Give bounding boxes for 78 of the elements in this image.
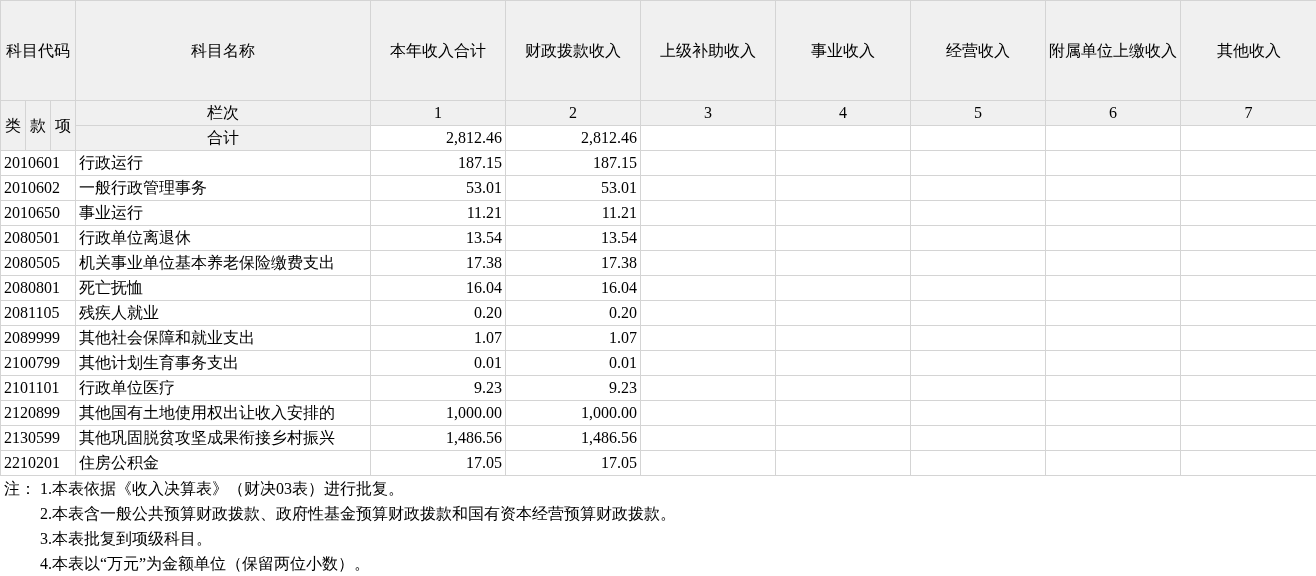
table-cell: 0.01: [370, 350, 506, 376]
table-cell: 2010650: [0, 200, 76, 226]
table-cell: 2130599: [0, 425, 76, 451]
notes-label: 注：: [4, 479, 37, 499]
column-header: 其他收入: [1180, 0, 1316, 101]
table-cell: 其他巩固脱贫攻坚成果衔接乡村振兴: [75, 425, 371, 451]
table-cell: 2080505: [0, 250, 76, 276]
table-cell: 2100799: [0, 350, 76, 376]
table-cell: 1,486.56: [370, 425, 506, 451]
table-cell: 16.04: [370, 275, 506, 301]
note-text: 1.本表依据《收入决算表》（财决03表）进行批复。: [40, 479, 405, 499]
row-label: 栏次: [75, 100, 371, 126]
note-text: 2.本表含一般公共预算财政拨款、政府性基金预算财政拨款和国有资本经营预算财政拨款。: [40, 504, 677, 524]
table-cell: 187.15: [505, 150, 641, 176]
table-cell: 2089999: [0, 325, 76, 351]
table-cell: 2010601: [0, 150, 76, 176]
table-cell: 1,000.00: [505, 400, 641, 426]
column-header: 科目名称: [75, 0, 371, 101]
table-cell: 187.15: [370, 150, 506, 176]
table-cell: 1.07: [370, 325, 506, 351]
table-cell: 1,486.56: [505, 425, 641, 451]
column-header: 附属单位上缴收入: [1045, 0, 1181, 101]
table-cell: 17.05: [370, 450, 506, 476]
table-cell: 0.01: [505, 350, 641, 376]
table-cell: 1,000.00: [370, 400, 506, 426]
table-cell: 行政单位离退休: [75, 225, 371, 251]
table-cell: 53.01: [505, 175, 641, 201]
table-cell: 2210201: [0, 450, 76, 476]
column-header: 事业收入: [775, 0, 911, 101]
table-cell: 11.21: [505, 200, 641, 226]
column-header: 类: [0, 100, 26, 151]
note-text: 3.本表批复到项级科目。: [40, 529, 213, 549]
table-cell: 0.20: [505, 300, 641, 326]
column-number: 5: [910, 100, 1046, 126]
table-cell: 17.38: [370, 250, 506, 276]
table-cell: 行政运行: [75, 150, 371, 176]
column-number: 6: [1045, 100, 1181, 126]
column-number: 2: [505, 100, 641, 126]
column-header: 经营收入: [910, 0, 1046, 101]
table-cell: 17.05: [505, 450, 641, 476]
table-cell: 其他社会保障和就业支出: [75, 325, 371, 351]
column-header: 上级补助收入: [640, 0, 776, 101]
table-cell: 9.23: [370, 375, 506, 401]
table-cell: 事业运行: [75, 200, 371, 226]
table-cell: 2080801: [0, 275, 76, 301]
table-cell: 2080501: [0, 225, 76, 251]
table-cell: 一般行政管理事务: [75, 175, 371, 201]
table-cell: 13.54: [505, 225, 641, 251]
table-cell: 机关事业单位基本养老保险缴费支出: [75, 250, 371, 276]
table-cell: 2081105: [0, 300, 76, 326]
column-number: 7: [1180, 100, 1316, 126]
table-cell: 残疾人就业: [75, 300, 371, 326]
note-text: 4.本表以“万元”为金额单位（保留两位小数）。: [40, 554, 372, 574]
column-number: 3: [640, 100, 776, 126]
column-number: 4: [775, 100, 911, 126]
table-cell: 其他国有土地使用权出让收入安排的: [75, 400, 371, 426]
table-cell: 0.20: [370, 300, 506, 326]
column-header: 科目代码: [0, 0, 76, 101]
total-value: 2,812.46: [370, 125, 506, 151]
column-header: 本年收入合计: [370, 0, 506, 101]
total-value: 2,812.46: [505, 125, 641, 151]
table-cell: 17.38: [505, 250, 641, 276]
table-cell: 16.04: [505, 275, 641, 301]
column-header: 财政拨款收入: [505, 0, 641, 101]
table-cell: 13.54: [370, 225, 506, 251]
table-cell: 其他计划生育事务支出: [75, 350, 371, 376]
column-number: 1: [370, 100, 506, 126]
table-cell: 2010602: [0, 175, 76, 201]
table-cell: 2120899: [0, 400, 76, 426]
table-cell: 2101101: [0, 375, 76, 401]
table-cell: 53.01: [370, 175, 506, 201]
table-cell: 住房公积金: [75, 450, 371, 476]
table-cell: 死亡抚恤: [75, 275, 371, 301]
table-cell: 行政单位医疗: [75, 375, 371, 401]
row-label: 合计: [75, 125, 371, 151]
table-cell: 1.07: [505, 325, 641, 351]
table-cell: 9.23: [505, 375, 641, 401]
table-cell: 11.21: [370, 200, 506, 226]
